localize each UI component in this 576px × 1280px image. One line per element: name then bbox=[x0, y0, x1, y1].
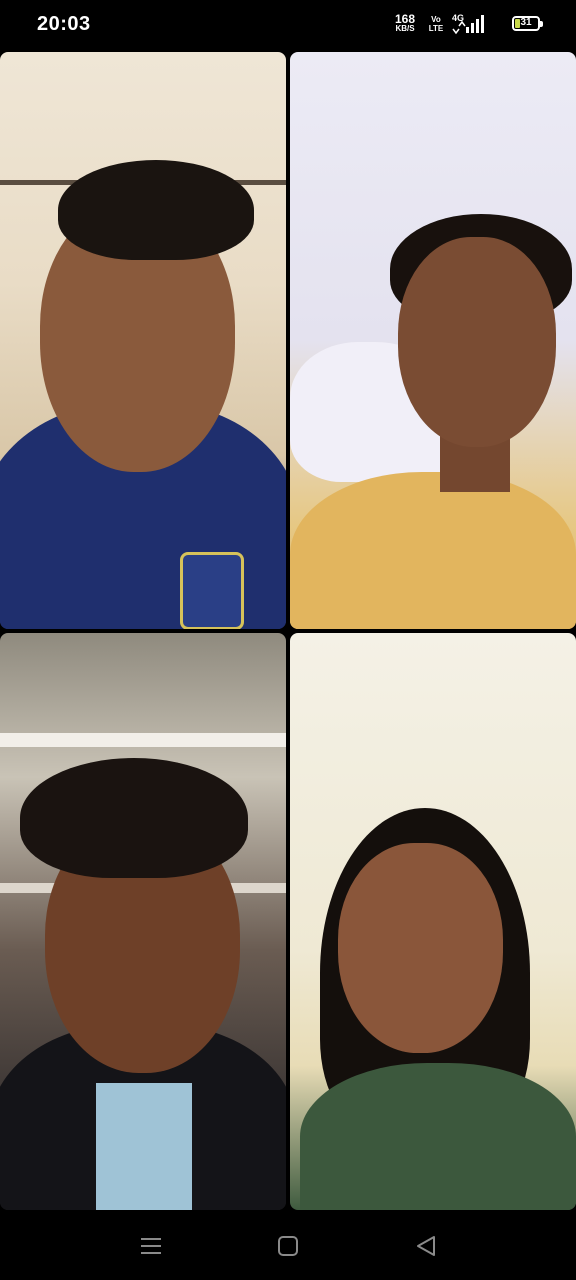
video-call-screen: 20:03 168 KB/S Vo LTE 4G 31 bbox=[0, 0, 576, 1280]
menu-icon[interactable] bbox=[137, 1234, 165, 1258]
participant-body bbox=[300, 1063, 576, 1210]
participant-video-tile-top-right[interactable] bbox=[290, 52, 576, 629]
participant-face bbox=[398, 237, 556, 447]
status-time: 20:03 bbox=[37, 13, 91, 35]
battery-tip bbox=[540, 21, 543, 27]
signal-icon: 4G bbox=[450, 13, 490, 35]
participant-video-tile-bottom-right[interactable] bbox=[290, 633, 576, 1210]
shirt-emblem bbox=[180, 552, 244, 629]
participant-video-tile-bottom-left[interactable] bbox=[0, 633, 286, 1210]
system-navigation-bar bbox=[0, 1212, 576, 1280]
network-speed: 168 KB/S bbox=[390, 12, 420, 34]
volte-bottom: LTE bbox=[428, 24, 444, 33]
background-shelf bbox=[0, 733, 286, 747]
volte-indicator: Vo LTE bbox=[426, 15, 446, 33]
back-triangle-icon[interactable] bbox=[412, 1234, 440, 1258]
status-bar: 20:03 168 KB/S Vo LTE 4G 31 bbox=[0, 0, 576, 50]
network-speed-unit: KB/S bbox=[395, 24, 415, 33]
status-indicators: 168 KB/S Vo LTE 4G 31 bbox=[340, 12, 543, 38]
participant-shirt bbox=[96, 1083, 192, 1210]
battery-level: 31 bbox=[520, 17, 532, 28]
network-type: 4G bbox=[452, 13, 465, 23]
participant-face bbox=[338, 843, 503, 1053]
participant-hair bbox=[58, 160, 254, 260]
network-speed-value: 168 bbox=[394, 12, 416, 26]
battery-icon: 31 bbox=[512, 16, 543, 31]
home-square-icon[interactable] bbox=[274, 1234, 302, 1258]
participant-hair bbox=[20, 758, 248, 878]
volte-top: Vo bbox=[431, 15, 441, 24]
participant-body bbox=[290, 472, 576, 629]
participant-video-tile-top-left[interactable] bbox=[0, 52, 286, 629]
